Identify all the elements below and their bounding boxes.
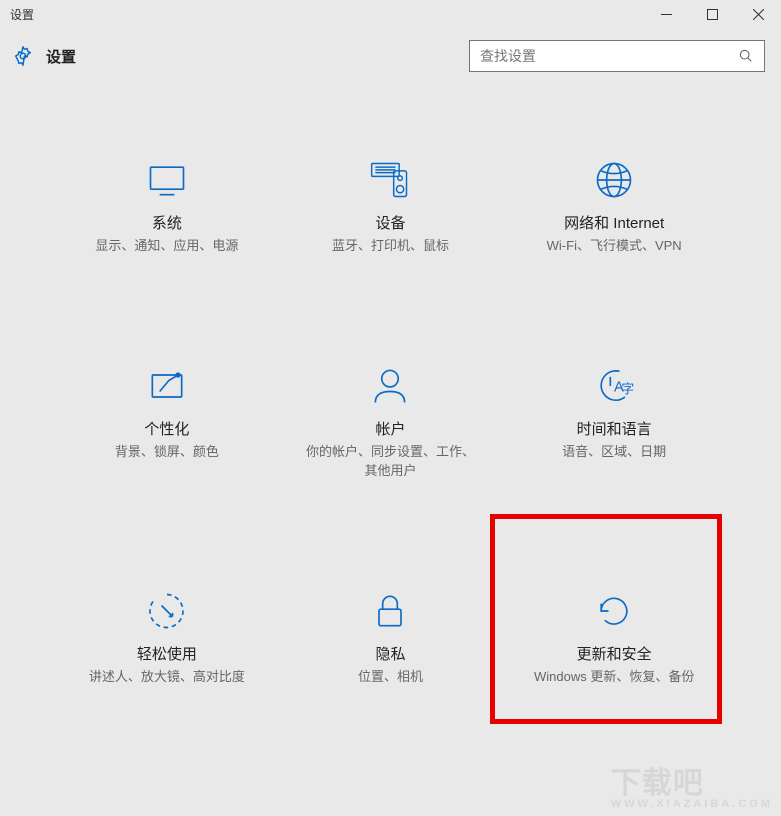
paint-icon xyxy=(145,364,189,408)
tile-desc: 讲述人、放大镜、高对比度 xyxy=(89,668,245,687)
maximize-button[interactable] xyxy=(689,0,735,28)
search-box[interactable] xyxy=(469,40,765,72)
tile-title: 网络和 Internet xyxy=(564,212,664,233)
update-icon xyxy=(592,589,636,633)
tile-ease-of-access[interactable]: 轻松使用 讲述人、放大镜、高对比度 xyxy=(60,585,274,691)
tile-system[interactable]: 系统 显示、通知、应用、电源 xyxy=(60,154,274,260)
tile-desc: Windows 更新、恢复、备份 xyxy=(534,668,694,687)
window-controls xyxy=(643,0,781,28)
tile-title: 帐户 xyxy=(375,418,405,439)
tile-desc: 你的帐户、同步设置、工作、其他用户 xyxy=(305,443,475,481)
time-language-icon: A 字 xyxy=(592,364,636,408)
watermark-sub: WWW.XIAZAIBA.COM xyxy=(611,798,773,810)
tile-accounts[interactable]: 帐户 你的帐户、同步设置、工作、其他用户 xyxy=(284,360,498,485)
svg-text:字: 字 xyxy=(621,381,634,396)
close-button[interactable] xyxy=(735,0,781,28)
devices-icon xyxy=(368,158,412,202)
app-header: 设置 xyxy=(0,28,781,84)
search-icon xyxy=(738,48,754,64)
lock-icon xyxy=(368,589,412,633)
watermark: 下载吧 WWW.XIAZAIBA.COM xyxy=(611,758,773,810)
tile-title: 设备 xyxy=(375,212,405,233)
tile-privacy[interactable]: 隐私 位置、相机 xyxy=(284,585,498,691)
tile-network[interactable]: 网络和 Internet Wi-Fi、飞行模式、VPN xyxy=(507,154,721,260)
tile-title: 时间和语言 xyxy=(577,418,652,439)
gear-icon xyxy=(12,45,34,67)
app-name: 设置 xyxy=(46,46,76,67)
tile-title: 个性化 xyxy=(144,418,189,439)
tile-title: 系统 xyxy=(152,212,182,233)
tile-desc: 显示、通知、应用、电源 xyxy=(95,237,238,256)
globe-icon xyxy=(592,158,636,202)
tile-desc: 位置、相机 xyxy=(358,668,423,687)
tile-update-security[interactable]: 更新和安全 Windows 更新、恢复、备份 xyxy=(507,585,721,691)
tile-desc: 蓝牙、打印机、鼠标 xyxy=(332,237,449,256)
tile-title: 隐私 xyxy=(375,643,405,664)
person-icon xyxy=(368,364,412,408)
window-title: 设置 xyxy=(10,6,34,23)
display-icon xyxy=(145,158,189,202)
search-input[interactable] xyxy=(480,48,738,64)
settings-grid: 系统 显示、通知、应用、电源 设备 蓝牙、打印机、鼠标 网络和 Internet xyxy=(0,84,781,690)
watermark-main: 下载吧 xyxy=(611,767,704,800)
tile-time-language[interactable]: A 字 时间和语言 语音、区域、日期 xyxy=(507,360,721,485)
tile-title: 更新和安全 xyxy=(577,643,652,664)
ease-of-access-icon xyxy=(145,589,189,633)
tile-personalization[interactable]: 个性化 背景、锁屏、颜色 xyxy=(60,360,274,485)
tile-title: 轻松使用 xyxy=(137,643,197,664)
tile-desc: 背景、锁屏、颜色 xyxy=(115,443,219,462)
window-titlebar: 设置 xyxy=(0,0,781,28)
tile-devices[interactable]: 设备 蓝牙、打印机、鼠标 xyxy=(284,154,498,260)
tile-desc: 语音、区域、日期 xyxy=(562,443,666,462)
minimize-button[interactable] xyxy=(643,0,689,28)
tile-desc: Wi-Fi、飞行模式、VPN xyxy=(547,237,682,256)
